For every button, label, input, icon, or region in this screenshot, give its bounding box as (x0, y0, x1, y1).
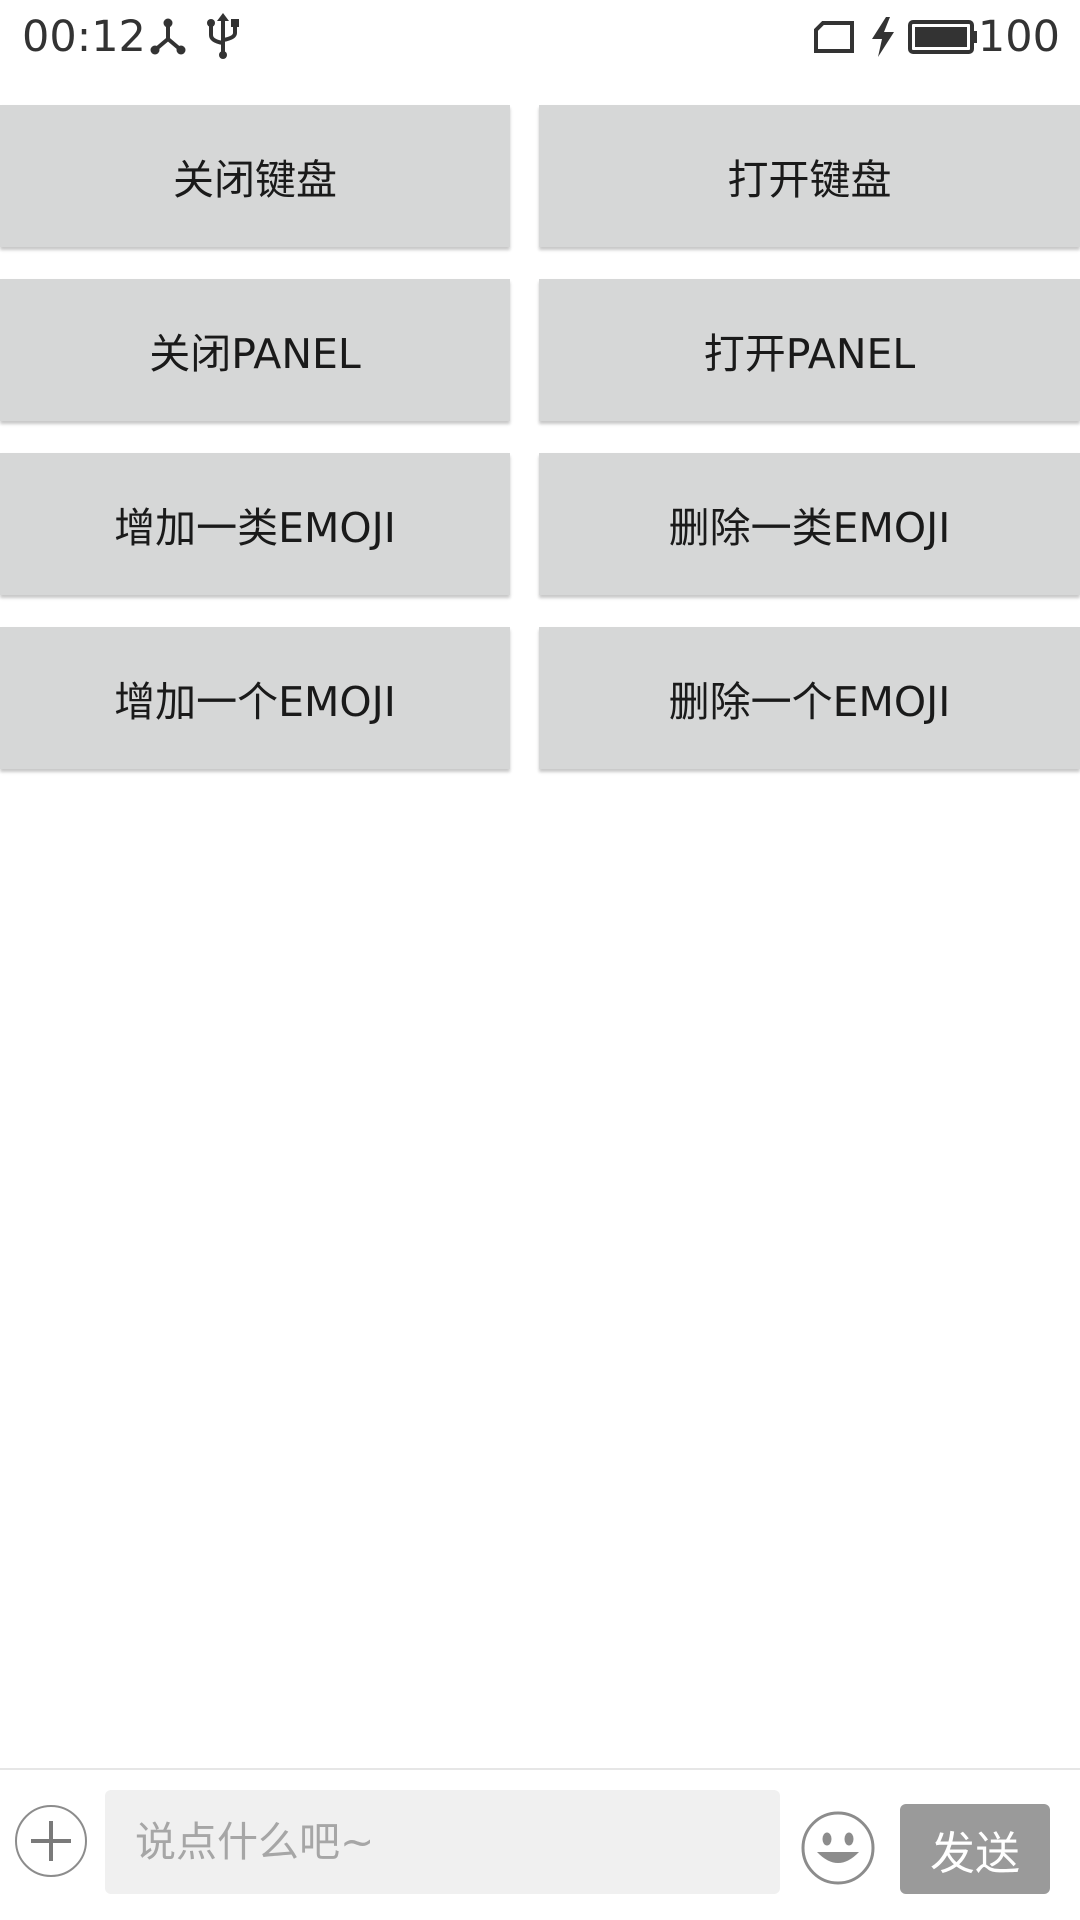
plus-icon (31, 1821, 71, 1861)
message-input-bar: 发送 (0, 1768, 1080, 1920)
status-time: 00:12 (22, 12, 146, 62)
remove-emoji-category-button[interactable]: 删除一类EMOJI (539, 453, 1080, 595)
plus-button[interactable] (15, 1805, 87, 1877)
battery-percentage: 100 (977, 12, 1060, 62)
send-button[interactable]: 发送 (900, 1804, 1050, 1894)
close-panel-button[interactable]: 关闭PANEL (0, 279, 510, 421)
charging-bolt-icon (872, 17, 894, 57)
status-bar: 00:12 100 (0, 0, 1080, 74)
emoji-face-icon (801, 1811, 875, 1885)
battery-icon (908, 20, 977, 54)
sim-card-icon (814, 21, 854, 53)
usb-icon (207, 13, 239, 59)
emoji-button[interactable] (800, 1810, 876, 1886)
close-keyboard-button[interactable]: 关闭键盘 (0, 105, 510, 247)
open-keyboard-button[interactable]: 打开键盘 (539, 105, 1080, 247)
share-icon (150, 18, 186, 55)
remove-emoji-button[interactable]: 删除一个EMOJI (539, 627, 1080, 769)
open-panel-button[interactable]: 打开PANEL (539, 279, 1080, 421)
add-emoji-button[interactable]: 增加一个EMOJI (0, 627, 510, 769)
app-screen: 00:12 100 关闭键盘 打开键盘 关闭PANEL 打开PANEL 增加一类… (0, 0, 1080, 1920)
message-input[interactable] (105, 1790, 780, 1894)
add-emoji-category-button[interactable]: 增加一类EMOJI (0, 453, 510, 595)
